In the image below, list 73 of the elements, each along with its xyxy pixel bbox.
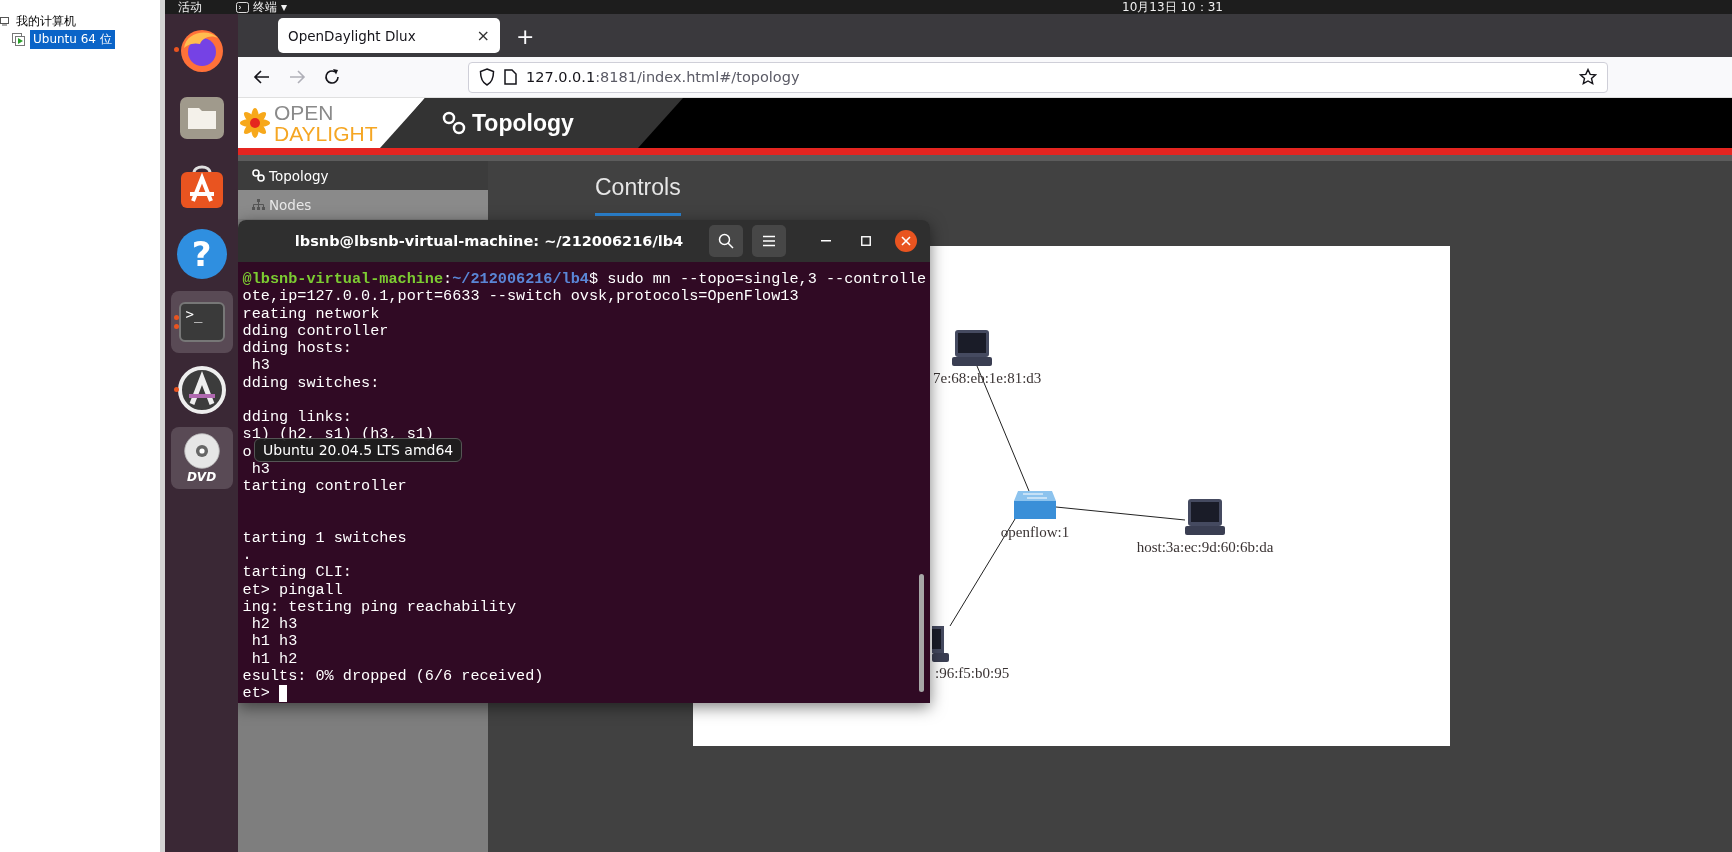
terminal-line: o [242,443,252,461]
flower-logo-icon [238,106,272,140]
terminal-icon[interactable]: >_ [178,302,225,342]
terminal-line: tarting CLI: [242,564,352,582]
terminal-prompt: et> [242,684,270,702]
terminal-line: tarting 1 switches [242,529,407,547]
terminal-line: h2 h3 [250,616,298,634]
menu-icon [762,235,776,247]
link-icon [442,111,466,135]
computer-icon [0,16,9,26]
page-icon [504,69,517,85]
shopping-bag-icon[interactable] [178,163,225,209]
maximize-icon[interactable] [861,236,871,246]
computer-icon[interactable] [1185,499,1225,535]
minimize-icon[interactable] [821,240,831,242]
star-icon[interactable] [1579,68,1597,86]
tree-item[interactable]: 我的计算机 [13,11,79,31]
node-label: :96:f5:b0:95 [935,665,1010,681]
computer-icon[interactable] [932,626,949,662]
tooltip: Ubuntu 20.04.5 LTS amd64 [254,438,463,462]
menu-button[interactable] [752,225,786,257]
terminal-line: reating network [242,305,380,323]
activities-button[interactable]: 活动 [178,0,202,14]
address-field[interactable]: 127.0.0.1:8181/index.html#/topology [468,61,1608,93]
terminal-line: esults: 0% dropped (6/6 received) [242,667,544,685]
logo-text: DAYLIGHT [274,123,378,144]
hierarchy-icon [252,198,265,211]
page-title: Topology [472,109,574,137]
updater-icon[interactable] [177,366,226,414]
terminal-line: et> pingall [242,581,343,599]
browser-tab[interactable]: OpenDaylight Dlux × [278,18,500,53]
terminal-line: h3 [250,357,270,375]
search-icon [718,233,734,249]
section-tab[interactable]: Controls [595,174,681,216]
link-icon [252,169,265,182]
terminal-line: @lbsnb-virtual-machine:~/212006216/lb4$ sudo mn --topo=single,3 --controlle [242,271,927,289]
terminal-line: ote,ip=127.0.0.1,port=6633 --switch ovsk,protocols=OpenFlow13 [242,288,799,306]
terminal-line: dding links: [242,409,352,427]
terminal-line: dding switches: [242,374,380,392]
node-label: openflow:1 [1000,524,1070,540]
clock[interactable]: 10月13日 10：31 [1122,0,1223,14]
logo-text: OPEN [274,102,335,123]
terminal-line: ing: testing ping reachability [242,598,516,616]
terminal-line: h3 [250,460,270,478]
url-path: :8181/index.html#/topology [595,69,800,85]
scrollbar[interactable] [919,574,924,692]
node-label: host:3a:ec:9d:60:6b:da [1136,539,1274,555]
text-cursor [278,685,287,702]
new-tab-button[interactable]: + [510,24,541,49]
app-menu-button[interactable]: 终端 [253,0,277,14]
network-switch-icon[interactable] [1014,491,1056,519]
search-button[interactable] [709,225,743,257]
caret-icon: ▾ [281,0,288,14]
close-icon[interactable]: × [476,26,490,45]
shield-icon [479,68,495,86]
tab-title: OpenDaylight Dlux [288,27,416,44]
terminal-line: h1 h2 [250,650,298,668]
url-host: 127.0.0.1 [526,69,596,85]
terminal-line: dding hosts: [242,340,352,358]
tree-item[interactable]: Ubuntu 64 位 [30,29,115,49]
terminal-line: h1 h3 [250,633,298,651]
computer-icon[interactable] [952,330,992,366]
terminal-body[interactable] [238,262,930,703]
terminal-icon [236,1,249,13]
window-title: lbsnb@lbsnb-virtual-machine: ~/212006216/lb4 [293,233,685,249]
terminal-line: tarting controller [242,478,407,496]
terminal-line: . [242,547,252,565]
virtual-machine-icon [12,32,26,46]
folder-icon[interactable] [178,96,225,140]
close-icon[interactable] [895,230,917,252]
terminal-line: dding controller [242,322,389,340]
sidebar-item[interactable]: Topology [238,161,488,190]
dock-item[interactable]: >_ [170,291,233,353]
